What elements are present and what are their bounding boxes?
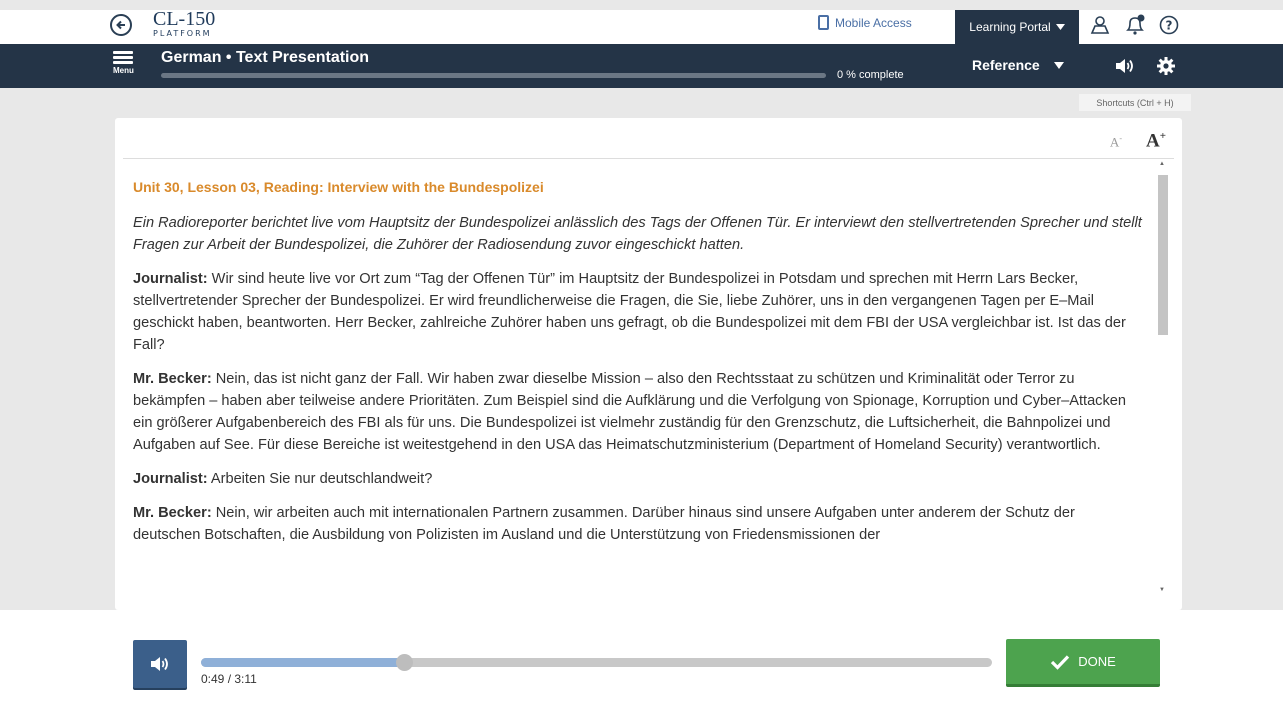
menu-label: Menu xyxy=(113,66,134,75)
platform-logo[interactable]: CL-150 PLATFORM xyxy=(153,8,216,38)
font-size-controls: A- A+ xyxy=(1110,130,1166,152)
phone-icon xyxy=(818,15,829,30)
speaker-icon xyxy=(151,657,168,671)
speaker-label: Journalist: xyxy=(133,471,208,487)
audio-played-fill xyxy=(201,658,404,667)
decrease-font-button[interactable]: A- xyxy=(1110,134,1122,150)
mobile-access-label: Mobile Access xyxy=(835,15,912,30)
increase-font-label: A xyxy=(1145,130,1160,152)
play-audio-button[interactable] xyxy=(133,640,187,688)
learning-portal-label: Learning Portal xyxy=(969,20,1051,34)
speaker-label: Mr. Becker: xyxy=(133,371,212,387)
lesson-navbar: Menu German • Text Presentation 0 % comp… xyxy=(0,44,1283,88)
speaker-label: Journalist: xyxy=(133,271,208,287)
lesson-progress-bar xyxy=(161,73,826,78)
dialogue-paragraph: Journalist: Arbeiten Sie nur deutschland… xyxy=(133,468,1145,490)
progress-text: 0 % complete xyxy=(837,69,904,81)
caret-down-icon xyxy=(1053,61,1064,69)
scroll-down-arrow-icon[interactable]: ▼ xyxy=(1159,587,1165,593)
bell-icon xyxy=(1126,14,1145,35)
menu-icon xyxy=(113,51,133,54)
scroll-up-arrow-icon[interactable]: ▲ xyxy=(1159,161,1165,167)
done-label: DONE xyxy=(1078,654,1116,669)
audio-player-bar: 0:49 / 3:11 DONE xyxy=(0,610,1283,704)
audio-seek-handle[interactable] xyxy=(395,654,413,671)
learning-portal-dropdown[interactable]: Learning Portal xyxy=(955,10,1079,44)
decrease-font-label: A xyxy=(1109,134,1120,150)
back-arrow-icon xyxy=(116,20,125,30)
reference-dropdown[interactable]: Reference xyxy=(972,57,1064,73)
user-icon xyxy=(1090,16,1110,34)
dialogue-paragraph: Mr. Becker: Nein, das ist nicht ganz der… xyxy=(133,368,1145,456)
panel-divider xyxy=(123,158,1174,159)
reading-panel: A- A+ Unit 30, Lesson 03, Reading: Inter… xyxy=(115,118,1182,610)
caret-down-icon xyxy=(1055,24,1065,30)
reading-text: Unit 30, Lesson 03, Reading: Interview w… xyxy=(133,176,1145,610)
shortcuts-hint[interactable]: Shortcuts (Ctrl + H) xyxy=(1079,94,1191,111)
dialogue-text: Nein, wir arbeiten auch mit internationa… xyxy=(133,505,1075,543)
audio-toggle-button[interactable] xyxy=(1113,55,1135,77)
back-button[interactable] xyxy=(110,14,132,36)
increase-font-sup: + xyxy=(1159,130,1166,142)
dialogue-text: Wir sind heute live vor Ort zum “Tag der… xyxy=(133,271,1126,353)
checkmark-icon xyxy=(1051,654,1070,670)
dialogue-text: Arbeiten Sie nur deutschlandweit? xyxy=(207,471,433,487)
speaker-label: Mr. Becker: xyxy=(133,505,212,521)
dialogue-paragraph: Mr. Becker: Nein, wir arbeiten auch mit … xyxy=(133,502,1145,546)
logo-main-text: CL-150 xyxy=(153,8,216,30)
reading-intro: Ein Radioreporter berichtet live vom Hau… xyxy=(133,215,1142,253)
logo-sub-text: PLATFORM xyxy=(153,29,212,38)
dialogue-paragraph: Journalist: Wir sind heute live vor Ort … xyxy=(133,268,1145,356)
menu-button[interactable]: Menu xyxy=(113,49,137,75)
reading-scrollbar[interactable]: ▲ ▼ xyxy=(1158,161,1168,603)
done-button[interactable]: DONE xyxy=(1006,639,1160,687)
svg-text:?: ? xyxy=(1166,19,1173,33)
reference-label: Reference xyxy=(972,57,1040,73)
gear-icon xyxy=(1157,57,1175,75)
speaker-icon xyxy=(1116,59,1133,73)
audio-time: 0:49 / 3:11 xyxy=(201,672,257,686)
settings-button[interactable] xyxy=(1155,55,1177,77)
decrease-font-sup: - xyxy=(1119,134,1122,143)
top-header: CL-150 PLATFORM Mobile Access Learning P… xyxy=(0,8,1283,44)
help-button[interactable]: ? xyxy=(1158,14,1180,36)
scroll-thumb[interactable] xyxy=(1158,175,1168,335)
lesson-title: Unit 30, Lesson 03, Reading: Interview w… xyxy=(133,179,544,195)
mobile-access-link[interactable]: Mobile Access xyxy=(818,15,912,30)
help-icon: ? xyxy=(1159,15,1179,35)
increase-font-button[interactable]: A+ xyxy=(1146,130,1166,152)
dialogue-text: Nein, das ist nicht ganz der Fall. Wir h… xyxy=(133,371,1127,453)
page-title: German • Text Presentation xyxy=(161,49,370,66)
user-profile-button[interactable] xyxy=(1089,14,1111,36)
audio-seek-bar[interactable] xyxy=(201,654,992,671)
notifications-button[interactable] xyxy=(1124,14,1146,36)
